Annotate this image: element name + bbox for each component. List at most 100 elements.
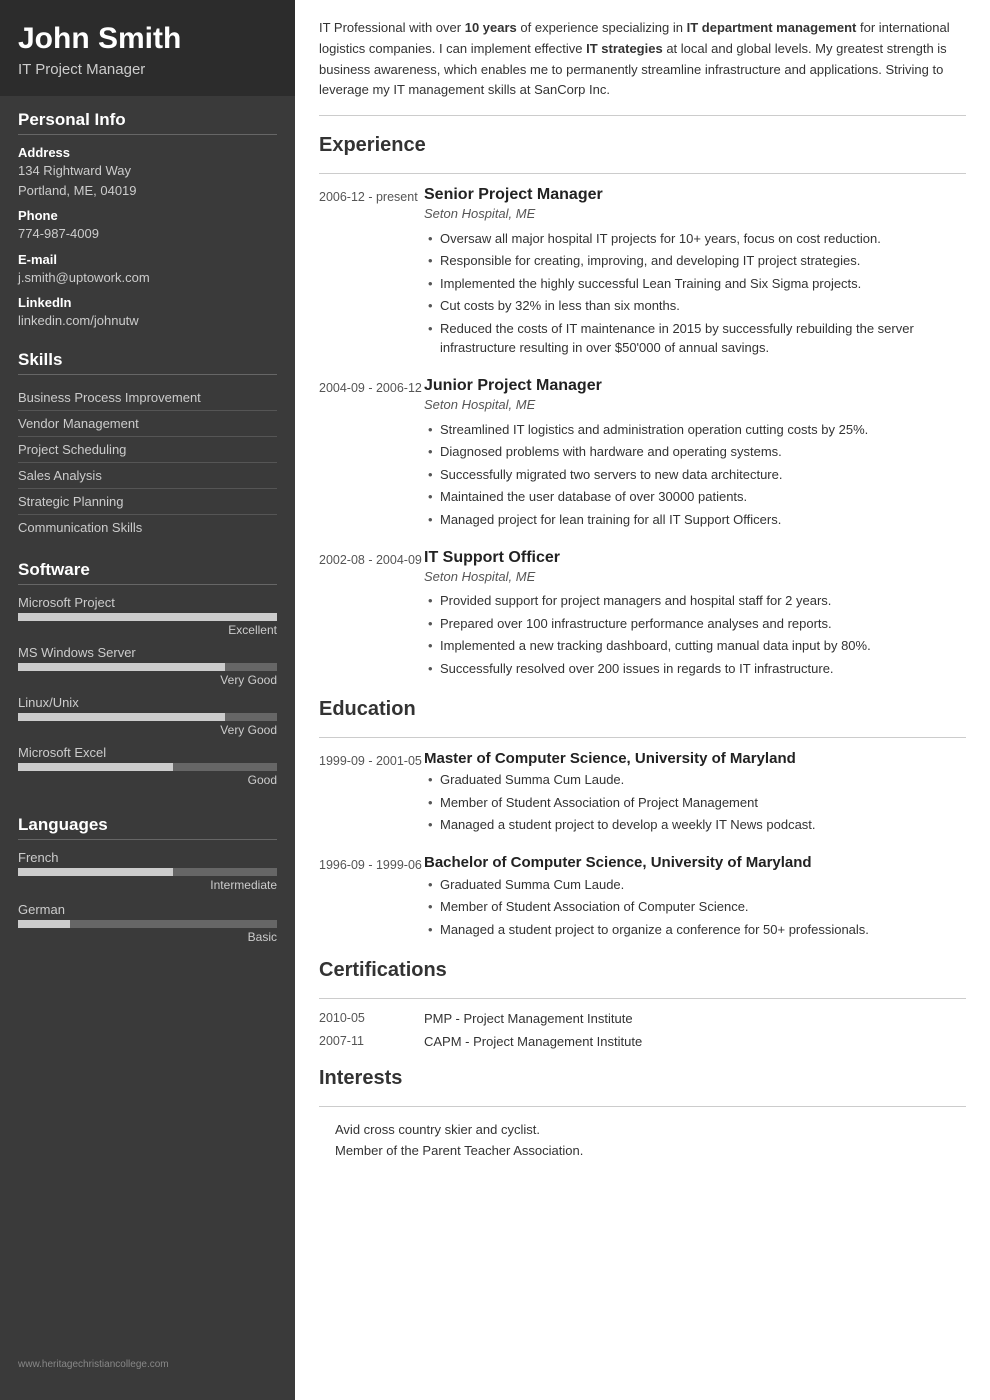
address-label: Address <box>18 145 277 160</box>
phone-value: 774-987-4009 <box>18 225 277 243</box>
experience-divider <box>319 173 966 174</box>
bullets-list: Streamlined IT logistics and administrat… <box>424 418 966 531</box>
education-divider <box>319 737 966 738</box>
bullets-list: Oversaw all major hospital IT projects f… <box>424 227 966 359</box>
skill-item: Communication Skills <box>18 515 277 540</box>
edu-title: Master of Computer Science, University o… <box>424 750 966 767</box>
bullet-item: Managed project for lean training for al… <box>424 508 966 531</box>
resume-wrapper: John Smith IT Project Manager Personal I… <box>0 0 990 1400</box>
bullet-item: Reduced the costs of IT maintenance in 2… <box>424 317 966 359</box>
edu-content: Master of Computer Science, University o… <box>424 750 966 837</box>
bullet-item: Managed a student project to develop a w… <box>424 814 966 837</box>
software-bar-fill <box>18 763 173 771</box>
experience-entry: 2002-08 - 2004-09 IT Support Officer Set… <box>319 549 966 680</box>
bullet-item: Cut costs by 32% in less than six months… <box>424 295 966 318</box>
education-list: 1999-09 - 2001-05 Master of Computer Sci… <box>319 750 966 941</box>
candidate-name: John Smith <box>18 22 277 55</box>
company-name: Seton Hospital, ME <box>424 206 966 221</box>
skills-title: Skills <box>18 350 277 375</box>
language-item: German Basic <box>18 902 277 944</box>
language-rating: Basic <box>18 930 277 944</box>
bullets-list: Provided support for project managers an… <box>424 590 966 680</box>
address-line2: Portland, ME, 04019 <box>18 182 277 200</box>
software-name: Microsoft Project <box>18 595 277 610</box>
interests-title: Interests <box>319 1067 966 1094</box>
personal-info-section: Personal Info Address 134 Rightward Way … <box>0 96 295 336</box>
company-name: Seton Hospital, ME <box>424 569 966 584</box>
languages-list: French Intermediate German Basic <box>18 850 277 944</box>
software-bar-fill <box>18 713 225 721</box>
certification-row: 2010-05 PMP - Project Management Institu… <box>319 1011 966 1026</box>
edu-content: Bachelor of Computer Science, University… <box>424 854 966 941</box>
software-name: MS Windows Server <box>18 645 277 660</box>
entry-date: 2004-09 - 2006-12 <box>319 377 424 531</box>
certifications-divider <box>319 998 966 999</box>
edu-date: 1999-09 - 2001-05 <box>319 750 424 837</box>
language-bar-fill <box>18 868 173 876</box>
bullet-item: Implemented the highly successful Lean T… <box>424 272 966 295</box>
certification-row: 2007-11 CAPM - Project Management Instit… <box>319 1034 966 1049</box>
certifications-section: Certifications 2010-05 PMP - Project Man… <box>319 959 966 1049</box>
summary-text: IT Professional with over 10 years of ex… <box>319 18 966 116</box>
education-entry: 1996-09 - 1999-06 Bachelor of Computer S… <box>319 854 966 941</box>
language-bar-fill <box>18 920 70 928</box>
cert-name: CAPM - Project Management Institute <box>424 1034 642 1049</box>
linkedin-value: linkedin.com/johnutw <box>18 312 277 330</box>
bullet-item: Member of Student Association of Project… <box>424 791 966 814</box>
entry-date: 2002-08 - 2004-09 <box>319 549 424 680</box>
skills-section: Skills Business Process ImprovementVendo… <box>0 336 295 546</box>
certifications-title: Certifications <box>319 959 966 986</box>
skill-item: Sales Analysis <box>18 463 277 489</box>
bullet-item: Streamlined IT logistics and administrat… <box>424 418 966 441</box>
software-rating: Very Good <box>18 723 277 737</box>
certifications-list: 2010-05 PMP - Project Management Institu… <box>319 1011 966 1049</box>
linkedin-label: LinkedIn <box>18 295 277 310</box>
education-title: Education <box>319 698 966 725</box>
software-bar-container <box>18 663 277 671</box>
entry-content: Junior Project Manager Seton Hospital, M… <box>424 377 966 531</box>
skill-item: Strategic Planning <box>18 489 277 515</box>
cert-date: 2007-11 <box>319 1034 424 1049</box>
language-item: French Intermediate <box>18 850 277 892</box>
personal-info-title: Personal Info <box>18 110 277 135</box>
experience-title: Experience <box>319 134 966 161</box>
language-bar-container <box>18 920 277 928</box>
education-entry: 1999-09 - 2001-05 Master of Computer Sci… <box>319 750 966 837</box>
interests-section: Interests Avid cross country skier and c… <box>319 1067 966 1161</box>
interests-list: Avid cross country skier and cyclist.Mem… <box>319 1119 966 1161</box>
bullet-item: Responsible for creating, improving, and… <box>424 250 966 273</box>
skill-item: Vendor Management <box>18 411 277 437</box>
software-title: Software <box>18 560 277 585</box>
skills-list: Business Process ImprovementVendor Manag… <box>18 385 277 540</box>
software-bar-container <box>18 613 277 621</box>
software-rating: Excellent <box>18 623 277 637</box>
experience-section: Experience 2006-12 - present Senior Proj… <box>319 134 966 680</box>
software-bar-fill <box>18 663 225 671</box>
job-title: Junior Project Manager <box>424 377 966 395</box>
company-name: Seton Hospital, ME <box>424 397 966 412</box>
edu-date: 1996-09 - 1999-06 <box>319 854 424 941</box>
software-rating: Very Good <box>18 673 277 687</box>
bullet-item: Diagnosed problems with hardware and ope… <box>424 441 966 464</box>
address-line1: 134 Rightward Way <box>18 162 277 180</box>
language-rating: Intermediate <box>18 878 277 892</box>
software-item: Microsoft Project Excellent <box>18 595 277 637</box>
candidate-title: IT Project Manager <box>18 61 277 78</box>
bullet-item: Prepared over 100 infrastructure perform… <box>424 612 966 635</box>
job-title: Senior Project Manager <box>424 186 966 204</box>
sidebar: John Smith IT Project Manager Personal I… <box>0 0 295 1400</box>
cert-name: PMP - Project Management Institute <box>424 1011 633 1026</box>
experience-entry: 2004-09 - 2006-12 Junior Project Manager… <box>319 377 966 531</box>
software-name: Microsoft Excel <box>18 745 277 760</box>
entry-content: Senior Project Manager Seton Hospital, M… <box>424 186 966 359</box>
software-list: Microsoft Project Excellent MS Windows S… <box>18 595 277 787</box>
job-title: IT Support Officer <box>424 549 966 567</box>
bullet-item: Graduated Summa Cum Laude. <box>424 769 966 792</box>
main-content: IT Professional with over 10 years of ex… <box>295 0 990 1400</box>
phone-label: Phone <box>18 208 277 223</box>
entry-content: IT Support Officer Seton Hospital, ME Pr… <box>424 549 966 680</box>
software-item: Linux/Unix Very Good <box>18 695 277 737</box>
software-rating: Good <box>18 773 277 787</box>
bullet-item: Member of Student Association of Compute… <box>424 896 966 919</box>
bullet-item: Provided support for project managers an… <box>424 590 966 613</box>
